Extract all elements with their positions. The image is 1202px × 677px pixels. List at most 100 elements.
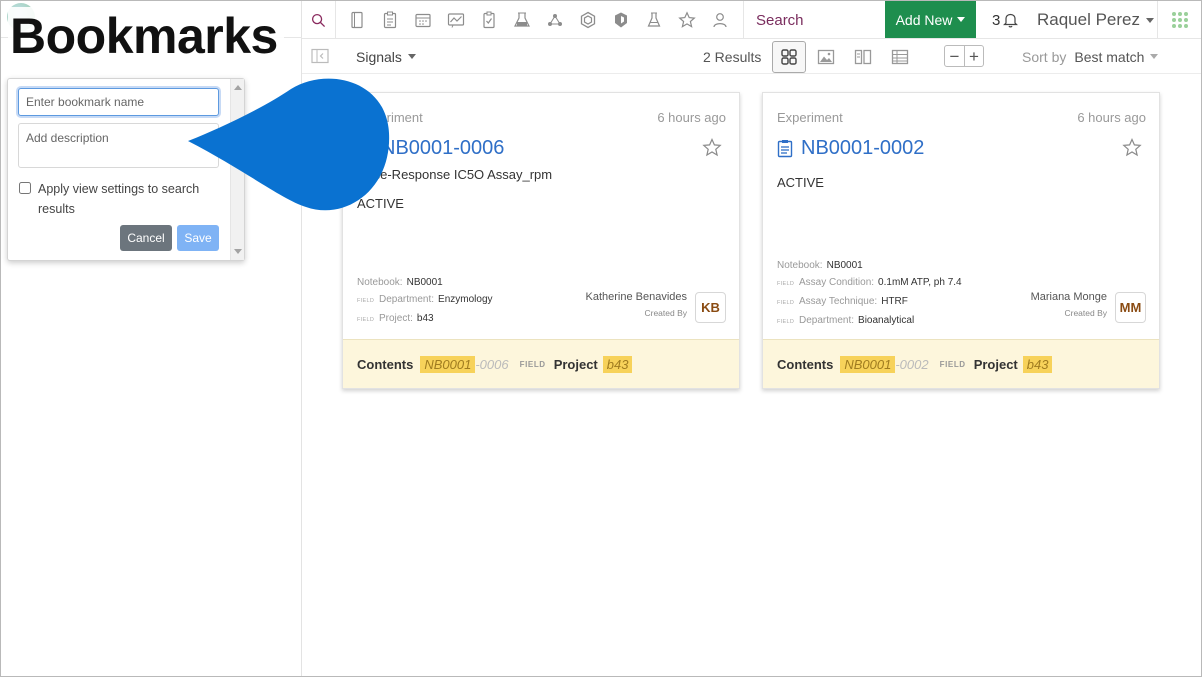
result-card[interactable]: Experiment 6 hours ago NB0001-0002 ACTIV…: [762, 92, 1160, 389]
highlight-match: NB0001: [420, 355, 476, 373]
creator-name: Katherine Benavides: [585, 291, 687, 303]
creator-name: Mariana Monge: [1030, 291, 1107, 303]
image-view-button[interactable]: [809, 41, 843, 73]
project-label: Project: [553, 356, 598, 372]
experiment-icon: [777, 140, 793, 158]
card-footer: Contents NB0001 -0002 FIELD Project b43: [763, 339, 1159, 388]
callout-pointer-icon: [188, 78, 390, 211]
entity-type-icons: [340, 1, 736, 39]
star-icon[interactable]: [670, 1, 703, 39]
assay-icon[interactable]: [472, 1, 505, 39]
avatar[interactable]: KB: [695, 292, 726, 323]
bell-icon: [1003, 13, 1019, 28]
search-icon[interactable]: [302, 1, 336, 39]
meta-key: Assay Technique:: [799, 296, 878, 307]
contents-label: Contents: [357, 356, 414, 372]
grid-view-icon: [781, 48, 797, 65]
card-footer: Contents NB0001 -0006 FIELD Project b43: [343, 339, 739, 388]
table-view-button[interactable]: [883, 41, 917, 73]
project-label: Project: [973, 356, 1018, 372]
meta-value: b43: [416, 313, 434, 324]
meta-row: FIELD Assay Technique: HTRF: [777, 293, 962, 312]
favorite-star-icon[interactable]: [1122, 138, 1142, 162]
add-new-button[interactable]: Add New: [885, 1, 976, 38]
card-metadata: Notebook: NB0001 FIELD Department: Enzym…: [357, 274, 493, 329]
image-icon: [817, 49, 835, 64]
result-card[interactable]: Experiment 6 hours ago NB0001-0006 Dose-…: [342, 92, 740, 389]
meta-key: Project:: [379, 313, 413, 324]
global-search-input[interactable]: [744, 1, 885, 39]
results-toolbar: Signals 2 Results − + Sort by Best match: [302, 39, 1201, 74]
card-title: NB0001-0002: [801, 137, 925, 159]
meta-row: FIELD Department: Bioanalytical: [777, 312, 962, 331]
meta-value: NB0001: [826, 260, 863, 271]
app-switcher-button[interactable]: [1157, 1, 1201, 39]
notifications-button[interactable]: 3: [992, 1, 1019, 39]
created-by-label: Created By: [644, 308, 687, 318]
card-creator: Mariana Monge Created By: [1031, 291, 1107, 318]
scroll-down-icon[interactable]: [234, 249, 242, 254]
field-marker: FIELD: [939, 359, 966, 369]
users-icon[interactable]: [703, 1, 736, 39]
card-creator: Katherine Benavides Created By: [585, 291, 687, 318]
cancel-button[interactable]: Cancel: [120, 225, 172, 251]
save-button[interactable]: Save: [177, 225, 219, 251]
field-marker: FIELD: [357, 317, 375, 323]
results-count: 2 Results: [703, 48, 762, 65]
chart-icon[interactable]: [439, 1, 472, 39]
notebook-icon[interactable]: [340, 1, 373, 39]
card-type: Experiment: [777, 110, 843, 125]
clipboard-icon[interactable]: [373, 1, 406, 39]
card-view-button[interactable]: [772, 40, 806, 73]
apply-view-settings-checkbox[interactable]: [19, 182, 31, 194]
chevron-down-icon: [407, 54, 416, 59]
signals-dropdown[interactable]: Signals: [356, 39, 416, 74]
network-icon[interactable]: [538, 1, 571, 39]
created-by-label: Created By: [1064, 308, 1107, 318]
meta-row: FIELD Department: Enzymology: [357, 291, 493, 310]
match-suffix: -0006: [475, 356, 509, 372]
sort-control: Sort by Best match: [1022, 39, 1159, 74]
split-view-icon: [854, 49, 872, 64]
highlight-match: b43: [602, 355, 633, 373]
card-metadata: Notebook: NB0001 FIELD Assay Condition: …: [777, 257, 962, 331]
notification-count: 3: [992, 11, 1001, 29]
table-icon: [891, 49, 909, 64]
sort-value: Best match: [1074, 48, 1145, 65]
avatar[interactable]: MM: [1115, 292, 1146, 323]
signals-label: Signals: [356, 48, 402, 65]
card-title: NB0001-0006: [381, 137, 505, 159]
top-navigation: Add New 3 Raquel Perez: [302, 1, 1201, 39]
apply-view-settings-option[interactable]: Apply view settings to search results: [19, 179, 214, 219]
chevron-down-icon: [1150, 54, 1159, 59]
flask-rack-icon[interactable]: [505, 1, 538, 39]
user-menu[interactable]: Raquel Perez: [1037, 1, 1155, 39]
meta-row: Notebook: NB0001: [357, 274, 493, 291]
view-mode-switcher: [772, 40, 920, 73]
meta-value: Bioanalytical: [858, 315, 915, 326]
panel-toggle-icon[interactable]: [310, 47, 330, 65]
card-timestamp: 6 hours ago: [1077, 110, 1146, 125]
card-title-link[interactable]: NB0001-0002: [777, 137, 924, 160]
meta-key: Notebook:: [777, 260, 823, 271]
chevron-down-icon: [957, 17, 966, 22]
zoom-in-button[interactable]: +: [964, 46, 983, 66]
beaker-icon[interactable]: [637, 1, 670, 39]
shield-icon[interactable]: [604, 1, 637, 39]
hexagon-icon[interactable]: [571, 1, 604, 39]
sort-dropdown[interactable]: Best match: [1074, 48, 1159, 65]
meta-value: NB0001: [406, 277, 443, 288]
zoom-control: − +: [944, 45, 984, 67]
sort-label: Sort by: [1022, 48, 1067, 65]
match-suffix: -0002: [895, 356, 929, 372]
field-marker: FIELD: [777, 300, 795, 306]
calendar-icon[interactable]: [406, 1, 439, 39]
highlight-match: NB0001: [840, 355, 896, 373]
meta-value: 0.1mM ATP, ph 7.4: [878, 277, 962, 288]
meta-row: FIELD Project: b43: [357, 310, 493, 329]
meta-key: Department:: [379, 294, 435, 305]
field-marker: FIELD: [777, 281, 795, 287]
zoom-out-button[interactable]: −: [945, 46, 964, 66]
detail-view-button[interactable]: [846, 41, 880, 73]
favorite-star-icon[interactable]: [702, 138, 722, 162]
